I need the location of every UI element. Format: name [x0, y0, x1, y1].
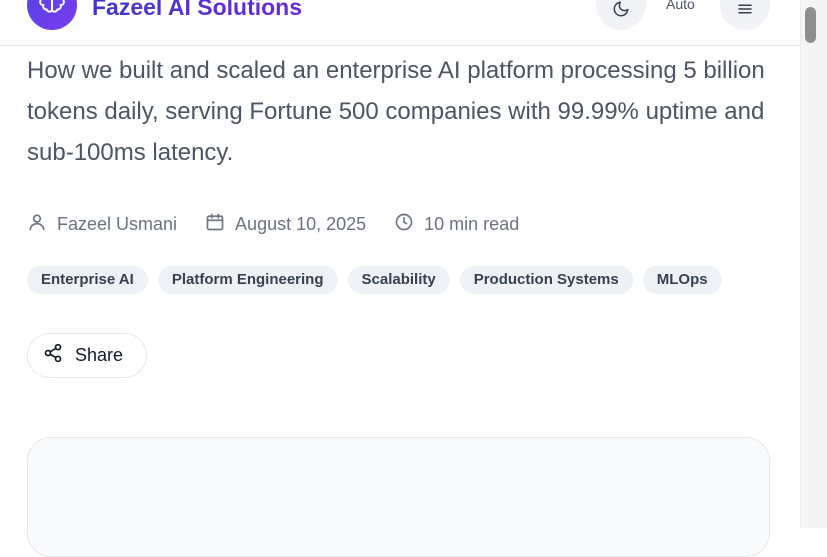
brain-icon: [39, 0, 65, 21]
date-meta: August 10, 2025: [205, 212, 366, 237]
read-time-meta: 10 min read: [394, 212, 519, 237]
theme-toggle-button[interactable]: [596, 0, 646, 30]
share-icon: [43, 343, 63, 368]
tag-scalability[interactable]: Scalability: [347, 266, 450, 294]
menu-button[interactable]: [720, 0, 770, 30]
tag-list: Enterprise AI Platform Engineering Scala…: [27, 266, 732, 294]
tag-enterprise-ai[interactable]: Enterprise AI: [27, 266, 148, 294]
article-summary: How we built and scaled an enterprise AI…: [27, 57, 765, 166]
tag-mlops[interactable]: MLOps: [642, 266, 722, 294]
menu-icon: [736, 0, 754, 23]
user-icon: [27, 212, 57, 237]
author-name: Fazeel Usmani: [57, 213, 178, 234]
page-scrollbar[interactable]: [800, 0, 827, 528]
scrollbar-thumb[interactable]: [805, 7, 816, 43]
moon-icon: [612, 0, 630, 23]
article-meta: Fazeel Usmani August 10, 2025 10 min rea…: [27, 212, 547, 236]
tag-production-systems[interactable]: Production Systems: [459, 266, 633, 294]
author-meta: Fazeel Usmani: [27, 212, 177, 237]
content-card: [27, 437, 770, 557]
publish-date: August 10, 2025: [235, 213, 367, 234]
theme-mode-label[interactable]: Auto: [666, 0, 695, 12]
brand-name[interactable]: Fazeel AI Solutions: [92, 0, 302, 22]
tag-platform-engineering[interactable]: Platform Engineering: [157, 266, 338, 294]
share-label: Share: [75, 345, 124, 365]
read-time: 10 min read: [424, 213, 520, 234]
logo[interactable]: [27, 0, 77, 30]
calendar-icon: [205, 212, 235, 237]
clock-icon: [394, 212, 424, 237]
share-button[interactable]: Share: [27, 333, 147, 378]
site-header: Fazeel AI Solutions Auto: [0, 0, 800, 46]
